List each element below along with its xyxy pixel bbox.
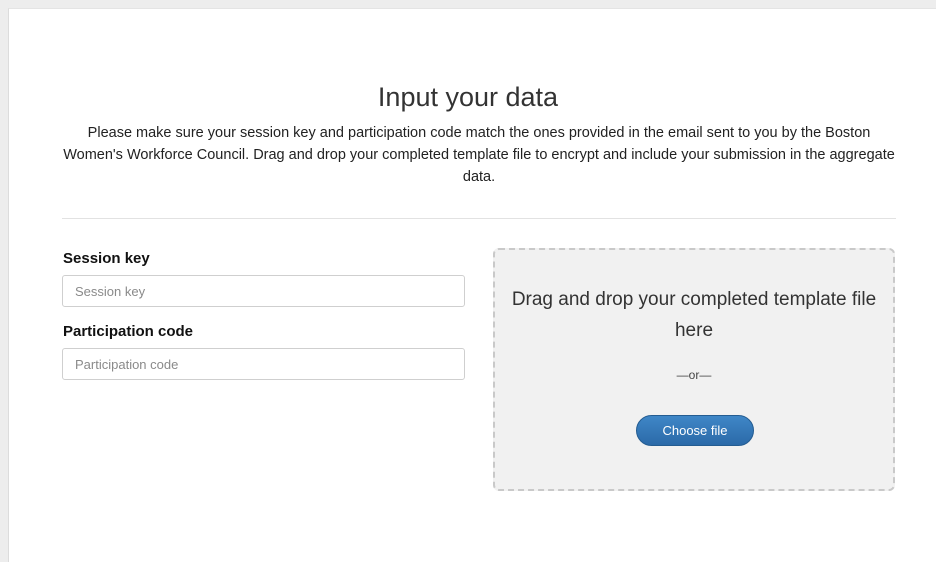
dropzone-text: Drag and drop your completed template fi… (511, 289, 877, 341)
choose-file-button[interactable]: Choose file (636, 415, 754, 446)
section-divider (62, 218, 896, 219)
session-key-label: Session key (63, 250, 150, 267)
page-title: Input your data (377, 82, 559, 112)
session-key-input[interactable] (62, 275, 465, 307)
participation-code-input[interactable] (62, 348, 465, 380)
participation-code-label: Participation code (63, 323, 194, 340)
page-description: Please make sure your session key and pa… (63, 125, 895, 185)
file-dropzone[interactable]: Drag and drop your completed template fi… (493, 248, 895, 491)
dropzone-separator: —or— (676, 368, 712, 382)
